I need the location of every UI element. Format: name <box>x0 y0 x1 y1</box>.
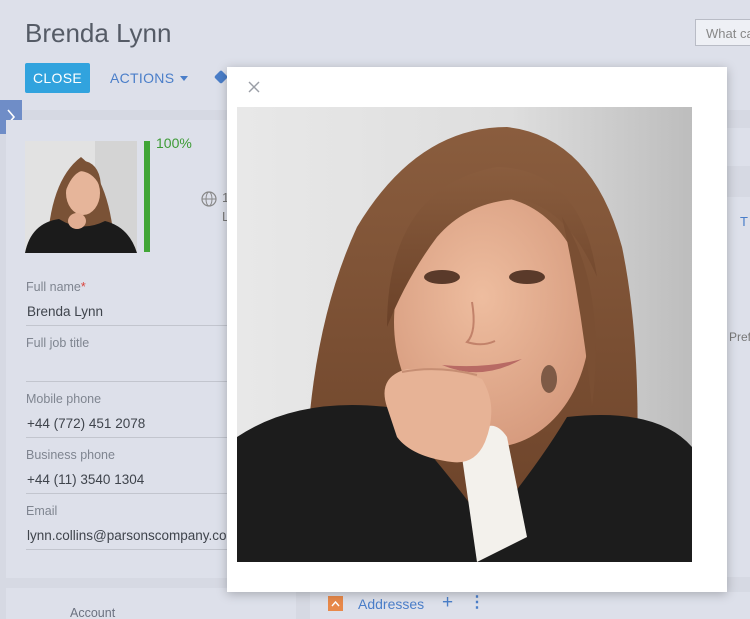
mobile-phone-field[interactable]: +44 (772) 451 2078 <box>27 416 145 431</box>
full-name-label-text: Full name <box>26 280 81 294</box>
required-marker: * <box>80 280 86 294</box>
page-title: Brenda Lynn <box>25 18 172 48</box>
collapse-icon[interactable] <box>328 596 343 611</box>
right-card-main <box>727 197 750 577</box>
mobile-phone-label: Mobile phone <box>26 392 102 406</box>
job-title-label: Full job title <box>26 336 90 350</box>
field-divider <box>26 437 236 438</box>
account-panel <box>6 588 296 619</box>
search-input[interactable]: What ca <box>695 19 750 46</box>
business-phone-label: Business phone <box>26 448 115 462</box>
close-button[interactable]: CLOSE <box>25 63 90 93</box>
enlarged-photo <box>237 107 692 562</box>
field-divider <box>26 381 236 382</box>
email-label: Email <box>26 504 58 518</box>
more-options-button[interactable]: ⋮ <box>469 593 485 613</box>
avatar-photo <box>25 141 137 253</box>
actions-button[interactable]: ACTIONS <box>110 70 189 86</box>
actions-label: ACTIONS <box>110 70 175 86</box>
chevron-up-icon <box>331 600 340 607</box>
contact-avatar[interactable] <box>25 141 137 253</box>
preference-snippet: Pref <box>729 330 750 344</box>
right-card-top <box>727 128 750 166</box>
business-phone-field[interactable]: +44 (11) 3540 1304 <box>27 472 144 487</box>
globe-icon <box>201 191 217 207</box>
full-name-field[interactable]: Brenda Lynn <box>27 304 103 319</box>
close-icon[interactable] <box>247 80 261 94</box>
profile-completeness-label: 100% <box>156 135 192 151</box>
account-label: Account <box>70 606 116 619</box>
field-divider <box>26 493 236 494</box>
photo-image <box>237 107 692 562</box>
email-field[interactable]: lynn.collins@parsonscompany.co <box>27 528 227 543</box>
tab-fragment[interactable]: T <box>740 214 748 229</box>
profile-completeness-bar <box>144 141 150 252</box>
full-name-label: Full name* <box>26 280 86 294</box>
caret-down-icon <box>180 75 189 81</box>
add-address-button[interactable]: + <box>442 593 453 613</box>
field-divider <box>26 549 236 550</box>
addresses-title[interactable]: Addresses <box>358 596 424 612</box>
field-divider <box>26 325 236 326</box>
profile-completeness-fill <box>144 141 150 252</box>
